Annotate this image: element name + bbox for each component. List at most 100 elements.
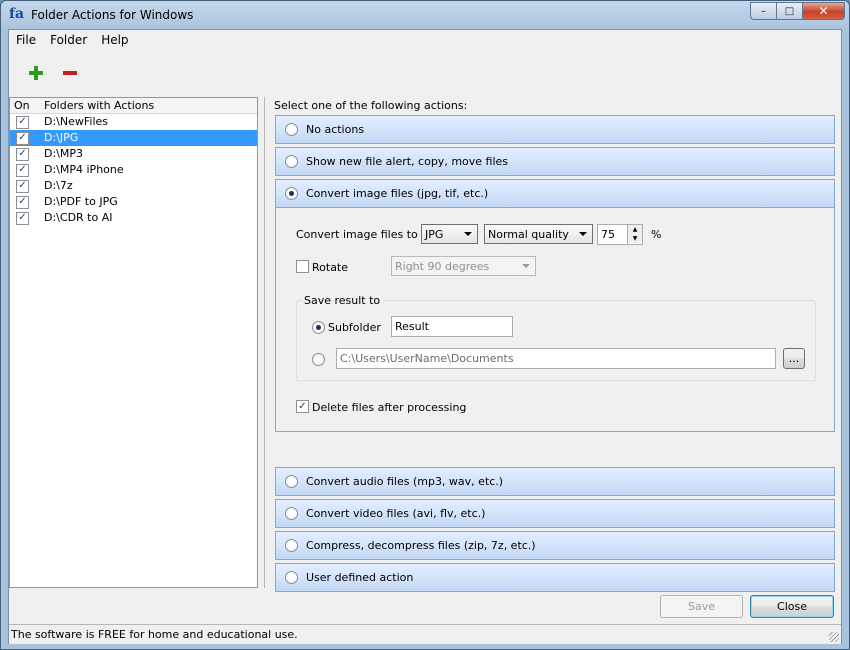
menu-help[interactable]: Help [94,30,135,50]
toolbar [9,50,841,96]
browse-button[interactable]: ... [783,348,805,369]
chevron-down-icon [464,232,472,236]
save-result-title: Save result to [301,294,384,307]
image-options-panel: Convert image files to JPG Normal qualit… [275,208,835,432]
remove-folder-button[interactable] [55,58,85,88]
folder-row[interactable]: ✓ D:\7z [10,178,257,194]
radio-show-alert[interactable] [285,155,298,168]
folder-path: D:\NewFiles [44,115,109,128]
menu-file[interactable]: File [9,30,43,50]
folder-enabled-checkbox[interactable]: ✓ [16,147,29,161]
folder-enabled-checkbox[interactable]: ✓ [16,195,29,209]
radio-user-defined[interactable] [285,571,298,584]
title-bar[interactable]: fa Folder Actions for Windows – □ ✕ [1,1,849,29]
path-input[interactable]: C:\Users\UserName\Documents [336,348,776,369]
plus-icon [29,66,43,80]
option-label: Compress, decompress files (zip, 7z, etc… [306,539,536,552]
folder-path: D:\JPG [44,131,79,144]
folder-enabled-cell: ✓ [10,179,40,193]
rotate-select[interactable]: Right 90 degrees [391,256,536,276]
folder-row[interactable]: ✓ D:\JPG [10,130,257,146]
folder-path: D:\CDR to AI [44,211,113,224]
stepper-buttons[interactable]: ▲ ▼ [627,225,642,244]
subfolder-input[interactable]: Result [391,316,513,337]
folder-list-header: On Folders with Actions [10,98,257,114]
subfolder-value: Result [395,320,429,333]
menu-bar: File Folder Help [9,30,841,50]
panel-splitter[interactable] [259,97,265,588]
main-window: fa Folder Actions for Windows – □ ✕ File… [0,0,850,650]
folder-list[interactable]: On Folders with Actions ✓ D:\NewFiles ✓ D:\… [9,97,258,588]
save-button[interactable]: Save [660,595,743,618]
folder-path: D:\PDF to JPG [44,195,118,208]
chevron-down-icon [579,232,587,236]
folder-enabled-checkbox[interactable]: ✓ [16,179,29,193]
chevron-down-icon [522,264,530,268]
format-select[interactable]: JPG [421,224,478,244]
close-window-button[interactable]: ✕ [802,2,845,20]
folder-enabled-cell: ✓ [10,211,40,225]
option-label: Show new file alert, copy, move files [306,155,509,168]
folder-row[interactable]: ✓ D:\MP4 iPhone [10,162,257,178]
radio-compress[interactable] [285,539,298,552]
quality-number: 75 [601,228,615,241]
column-header-folders[interactable]: Folders with Actions [40,98,154,113]
radio-convert-image[interactable] [285,187,298,200]
option-compress[interactable]: Compress, decompress files (zip, 7z, etc… [275,531,835,560]
resize-grip-icon[interactable] [829,632,839,642]
browse-label: ... [788,352,800,365]
radio-custom-path[interactable] [312,353,325,366]
window-title: Folder Actions for Windows [31,8,194,22]
rotate-value: Right 90 degrees [395,259,490,273]
folder-path: D:\MP3 [44,147,84,160]
minus-icon [63,71,77,75]
minimize-button[interactable]: – [750,2,776,20]
subfolder-label: Subfolder [328,321,381,334]
stepper-up-icon[interactable]: ▲ [628,225,642,234]
option-label: Convert video files (avi, flv, etc.) [306,507,486,520]
status-text: The software is FREE for home and educat… [11,628,298,641]
folder-enabled-checkbox[interactable]: ✓ [16,115,29,129]
actions-prompt: Select one of the following actions: [274,99,468,112]
convert-to-label: Convert image files to [296,228,418,241]
option-no-actions[interactable]: No actions [275,115,835,144]
folder-enabled-cell: ✓ [10,147,40,161]
option-convert-audio[interactable]: Convert audio files (mp3, wav, etc.) [275,467,835,496]
format-value: JPG [425,227,444,241]
rotate-checkbox[interactable] [296,260,309,273]
delete-files-checkbox[interactable]: ✓ [296,400,309,413]
option-convert-image[interactable]: Convert image files (jpg, tif, etc.) [275,179,835,208]
folder-enabled-checkbox[interactable]: ✓ [16,163,29,177]
percent-label: % [651,228,662,241]
stepper-down-icon[interactable]: ▼ [628,234,642,243]
folder-row[interactable]: ✓ D:\PDF to JPG [10,194,257,210]
column-header-on[interactable]: On [10,98,40,113]
option-label: Convert audio files (mp3, wav, etc.) [306,475,504,488]
folder-enabled-checkbox[interactable]: ✓ [16,131,29,145]
option-convert-video[interactable]: Convert video files (avi, flv, etc.) [275,499,835,528]
folder-row[interactable]: ✓ D:\NewFiles [10,114,257,130]
option-show-alert[interactable]: Show new file alert, copy, move files [275,147,835,176]
delete-files-label: Delete files after processing [312,401,467,414]
radio-convert-audio[interactable] [285,475,298,488]
add-folder-button[interactable] [21,58,51,88]
maximize-button[interactable]: □ [776,2,802,20]
option-user-defined[interactable]: User defined action [275,563,835,592]
folder-row[interactable]: ✓ D:\CDR to AI [10,210,257,226]
radio-subfolder[interactable] [312,321,325,334]
close-label: Close [777,600,807,613]
folder-enabled-checkbox[interactable]: ✓ [16,211,29,225]
quality-select[interactable]: Normal quality [484,224,593,244]
app-logo-icon: fa [9,6,25,22]
close-button[interactable]: Close [750,595,834,618]
folder-enabled-cell: ✓ [10,195,40,209]
folder-row[interactable]: ✓ D:\MP3 [10,146,257,162]
menu-folder[interactable]: Folder [43,30,94,50]
quality-stepper[interactable]: 75 ▲ ▼ [597,224,643,245]
status-bar: The software is FREE for home and educat… [9,624,841,644]
folder-path: D:\MP4 iPhone [44,163,124,176]
path-value: C:\Users\UserName\Documents [340,352,514,365]
folder-path: D:\7z [44,179,73,192]
radio-no-actions[interactable] [285,123,298,136]
radio-convert-video[interactable] [285,507,298,520]
